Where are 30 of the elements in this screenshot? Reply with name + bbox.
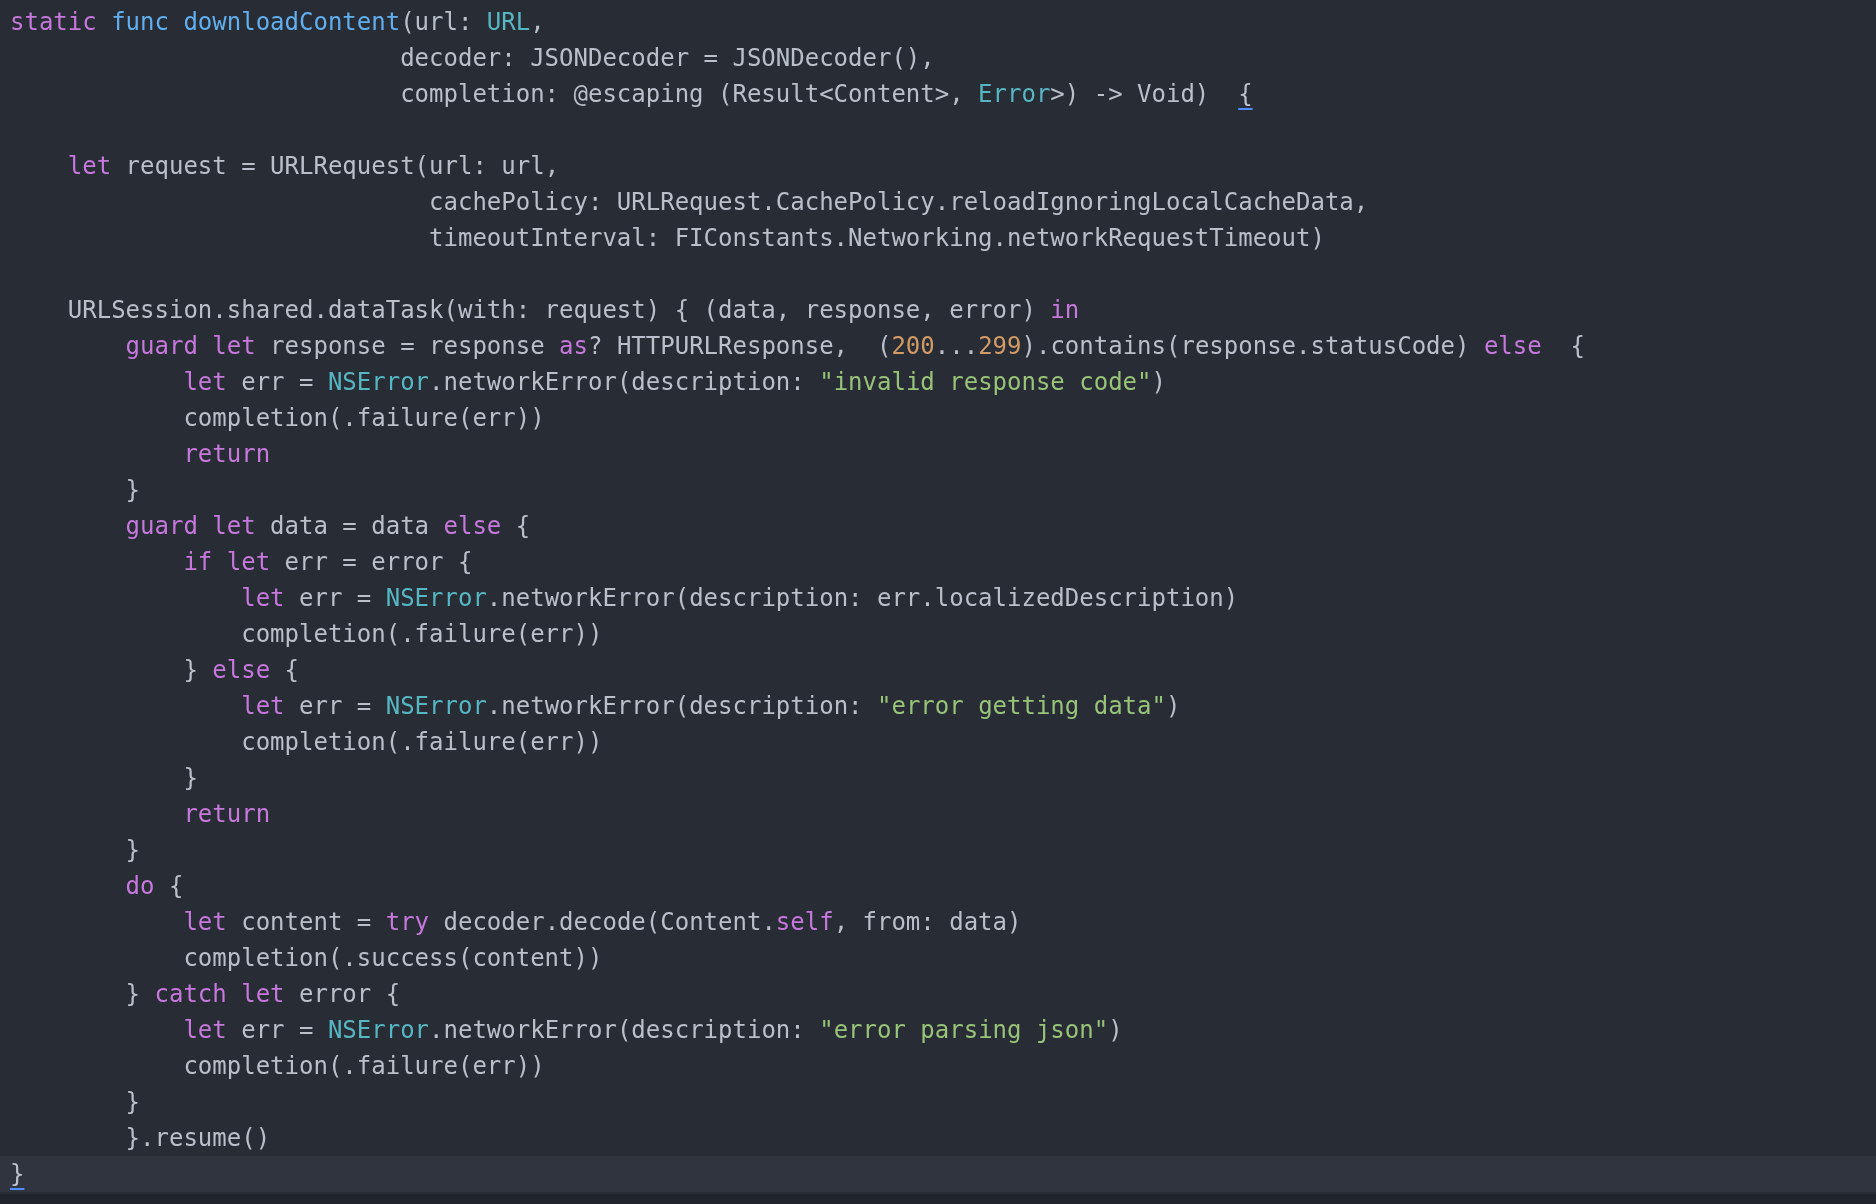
code-line: decoder: JSONDecoder = JSONDecoder(), [399,43,936,74]
code-line: completion(.failure(err)) [182,403,546,434]
code-line: URLSession.shared.dataTask(with: request) { (data, response, error) in [66,295,1081,326]
code-line: completion(.success(content)) [182,943,604,974]
code-line: if let err = error { [182,547,474,578]
code-line: completion(.failure(err)) [240,619,604,650]
code-line: } [124,475,142,506]
code-line: return [182,799,272,830]
code-line: let err = NSError.networkError(description: "error parsing json") [182,1015,1124,1046]
code-line: return [182,439,272,470]
code-line: let err = NSError.networkError(description: err.localizedDescription) [240,583,1240,614]
code-line: } [124,835,142,866]
code-line: cachePolicy: URLRequest.CachePolicy.reloadIgnoringLocalCacheData, [428,187,1370,218]
code-line: } [124,1087,142,1118]
code-line: } else { [182,655,300,686]
code-line: completion(.failure(err)) [240,727,604,758]
code-line: let request = URLRequest(url: url, [66,151,561,182]
code-line: static func downloadContent(url: URL, [9,7,546,38]
code-line: let content = try decoder.decode(Content.self, from: data) [182,907,1023,938]
code-line: let err = NSError.networkError(description: "error getting data") [240,691,1182,722]
code-line: timeoutInterval: FIConstants.Networking.networkRequestTimeout) [428,223,1326,254]
code-line: guard let response = response as? HTTPURLResponse, (200...299).contains(response.statusCode) else { [124,331,1587,362]
code-line: do { [124,871,185,902]
code-line: } catch let error { [124,979,402,1010]
code-line: } [182,763,199,794]
code-line: guard let data = data else { [124,511,532,542]
code-line: completion: @escaping (Result<Content>, Error>) -> Void) { [399,79,1254,110]
code-line: }.resume() [124,1123,272,1154]
code-line: completion(.failure(err)) [182,1051,546,1082]
code-line: let err = NSError.networkError(description: "invalid response code") [182,367,1167,398]
